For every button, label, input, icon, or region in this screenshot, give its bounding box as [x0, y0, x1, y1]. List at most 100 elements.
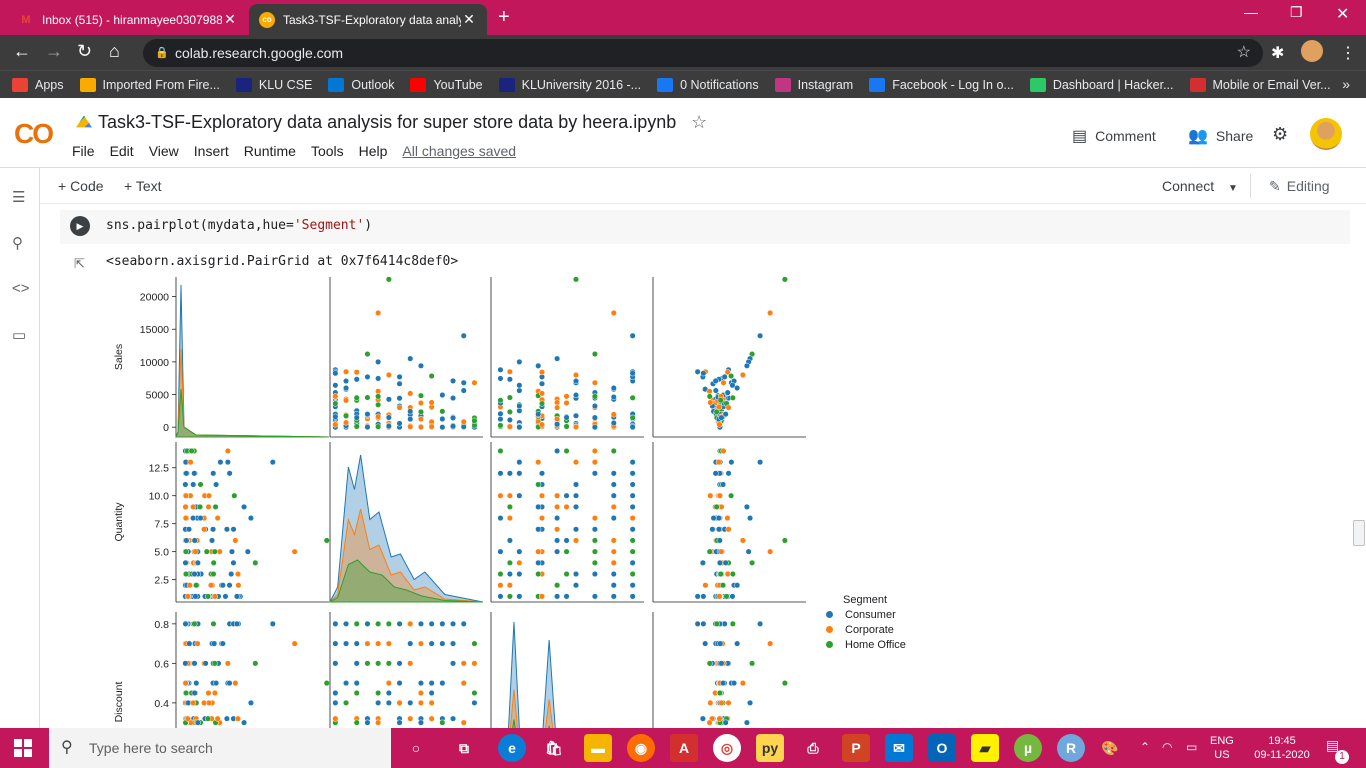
- editing-mode-button[interactable]: ✎ Editing: [1269, 178, 1330, 195]
- paint-icon[interactable]: 🎨: [1096, 734, 1124, 762]
- chrome-icon[interactable]: ◎: [713, 734, 741, 762]
- tab-colab[interactable]: co Task3-TSF-Exploratory data analy ✕: [249, 4, 487, 35]
- share-button[interactable]: 👥 Share: [1188, 126, 1253, 146]
- acrobat-icon[interactable]: A: [670, 734, 698, 762]
- tray-chevron-icon[interactable]: ⌃: [1140, 740, 1150, 754]
- comment-button[interactable]: ▤ Comment: [1072, 126, 1156, 146]
- notebook-title[interactable]: Task3-TSF-Exploratory data analysis for …: [76, 112, 676, 133]
- menu-tools[interactable]: Tools: [311, 143, 344, 159]
- reload-icon[interactable]: ↻: [77, 41, 92, 62]
- scrollbar-thumb[interactable]: [1353, 520, 1365, 546]
- colab-logo[interactable]: CO: [14, 118, 54, 150]
- gmail-icon: M: [21, 13, 31, 26]
- taskbar-search-input[interactable]: ⚲ Type here to search: [49, 728, 391, 768]
- data-point: [428, 423, 435, 430]
- code-snippets-icon[interactable]: <>: [12, 280, 30, 297]
- wifi-icon[interactable]: ◠: [1162, 740, 1172, 754]
- python-icon[interactable]: py: [756, 734, 784, 762]
- bookmark-item[interactable]: Instagram: [774, 77, 853, 92]
- close-icon[interactable]: ✕: [461, 11, 477, 28]
- menu-file[interactable]: File: [72, 143, 95, 159]
- data-point: [342, 699, 350, 706]
- cortana-icon[interactable]: ○: [402, 734, 430, 762]
- windows-start-icon[interactable]: [14, 739, 32, 757]
- star-icon[interactable]: ☆: [691, 112, 707, 133]
- bookmark-item[interactable]: KLUniversity 2016 -...: [498, 77, 641, 92]
- sticky-notes-icon[interactable]: ▰: [971, 734, 999, 762]
- minimize-icon[interactable]: —: [1244, 4, 1258, 20]
- code-editor[interactable]: sns.pairplot(mydata,hue='Segment'): [106, 218, 372, 233]
- bookmark-item[interactable]: YouTube: [410, 77, 483, 92]
- profile-avatar[interactable]: [1301, 40, 1323, 62]
- bookmark-item[interactable]: Dashboard | Hacker...: [1029, 77, 1174, 92]
- bookmark-star-icon[interactable]: ☆: [1237, 39, 1251, 67]
- extensions-icon[interactable]: ✱: [1271, 43, 1284, 63]
- data-point: [730, 680, 738, 687]
- r-app-icon[interactable]: R: [1057, 734, 1085, 762]
- address-bar[interactable]: 🔒 colab.research.google.com ☆: [143, 39, 1263, 67]
- outlook-icon[interactable]: O: [928, 734, 956, 762]
- task-view-icon[interactable]: ⧉: [450, 734, 478, 762]
- data-point: [353, 640, 360, 647]
- add-text-button[interactable]: + Text: [124, 178, 162, 194]
- menu-help[interactable]: Help: [359, 143, 388, 159]
- add-code-button[interactable]: + Code: [58, 178, 104, 194]
- windows-icon: [328, 77, 345, 92]
- home-icon[interactable]: ⌂: [109, 41, 120, 62]
- browser-toolbar: ← → ↻ ⌂ 🔒 colab.research.google.com ☆ ✱ …: [0, 35, 1366, 70]
- bookmark-label: Imported From Fire...: [102, 77, 220, 92]
- y-tick-label: 0.4: [154, 698, 169, 710]
- store-icon[interactable]: 🛍: [540, 734, 568, 762]
- bookmark-item[interactable]: Facebook - Log In o...: [869, 77, 1014, 92]
- tab-gmail[interactable]: M Inbox (515) - hiranmayee0307988 ✕: [8, 4, 248, 35]
- run-cell-button[interactable]: ▶: [70, 216, 90, 236]
- bookmark-item[interactable]: 0 Notifications: [657, 77, 759, 92]
- files-folder-icon[interactable]: ▭: [12, 326, 26, 344]
- table-of-contents-icon[interactable]: ☰: [12, 188, 25, 206]
- mail-icon[interactable]: ✉: [885, 734, 913, 762]
- bookmark-item[interactable]: Outlook: [328, 77, 394, 92]
- edge-icon[interactable]: e: [498, 734, 526, 762]
- bookmark-label: Facebook - Log In o...: [892, 77, 1014, 92]
- output-actions-icon[interactable]: ⇱: [74, 256, 85, 272]
- menu-runtime[interactable]: Runtime: [244, 143, 296, 159]
- battery-icon[interactable]: ▭: [1186, 740, 1197, 754]
- language-indicator[interactable]: ENG US: [1210, 734, 1234, 762]
- code-cell[interactable]: ▶ sns.pairplot(mydata,hue='Segment'): [60, 210, 1350, 244]
- search-icon[interactable]: ⚲: [12, 234, 23, 252]
- firefox-icon[interactable]: ◉: [627, 734, 655, 762]
- menu-view[interactable]: View: [149, 143, 179, 159]
- menu-insert[interactable]: Insert: [194, 143, 229, 159]
- new-tab-button[interactable]: +: [498, 6, 510, 29]
- bookmark-item[interactable]: Apps: [12, 77, 64, 92]
- powerpoint-icon[interactable]: P: [842, 734, 870, 762]
- printer-icon[interactable]: ⎙: [799, 734, 827, 762]
- y-axis-label: Quantity: [113, 502, 125, 542]
- klu-icon: [498, 77, 515, 92]
- data-point: [449, 620, 457, 627]
- y-tick-label: 10.0: [149, 491, 170, 503]
- restore-icon[interactable]: ❐: [1290, 4, 1303, 21]
- back-icon[interactable]: ←: [13, 41, 31, 62]
- data-point: [535, 411, 542, 418]
- data-point: [353, 376, 360, 383]
- data-point: [479, 594, 485, 600]
- notification-icon[interactable]: ▤: [1326, 738, 1339, 752]
- settings-gear-icon[interactable]: ⚙: [1272, 124, 1288, 145]
- close-icon[interactable]: ✕: [222, 11, 238, 28]
- data-point: [364, 351, 371, 358]
- close-window-icon[interactable]: ✕: [1336, 4, 1349, 24]
- file-explorer-icon[interactable]: ▬: [584, 734, 612, 762]
- forward-icon[interactable]: →: [45, 41, 63, 62]
- utorrent-icon[interactable]: µ: [1014, 734, 1042, 762]
- connect-button[interactable]: Connect ▼: [1162, 178, 1238, 194]
- more-bookmarks-icon[interactable]: »: [1342, 76, 1350, 92]
- menu-edit[interactable]: Edit: [110, 143, 134, 159]
- clock[interactable]: 19:45 09-11-2020: [1248, 734, 1316, 762]
- save-status[interactable]: All changes saved: [402, 143, 516, 159]
- bookmark-item[interactable]: Imported From Fire...: [79, 77, 220, 92]
- bookmark-item[interactable]: KLU CSE: [235, 77, 312, 92]
- browser-menu-icon[interactable]: ⋮: [1340, 43, 1356, 63]
- bookmark-item[interactable]: Mobile or Email Ver...: [1189, 77, 1331, 92]
- avatar[interactable]: [1310, 118, 1342, 150]
